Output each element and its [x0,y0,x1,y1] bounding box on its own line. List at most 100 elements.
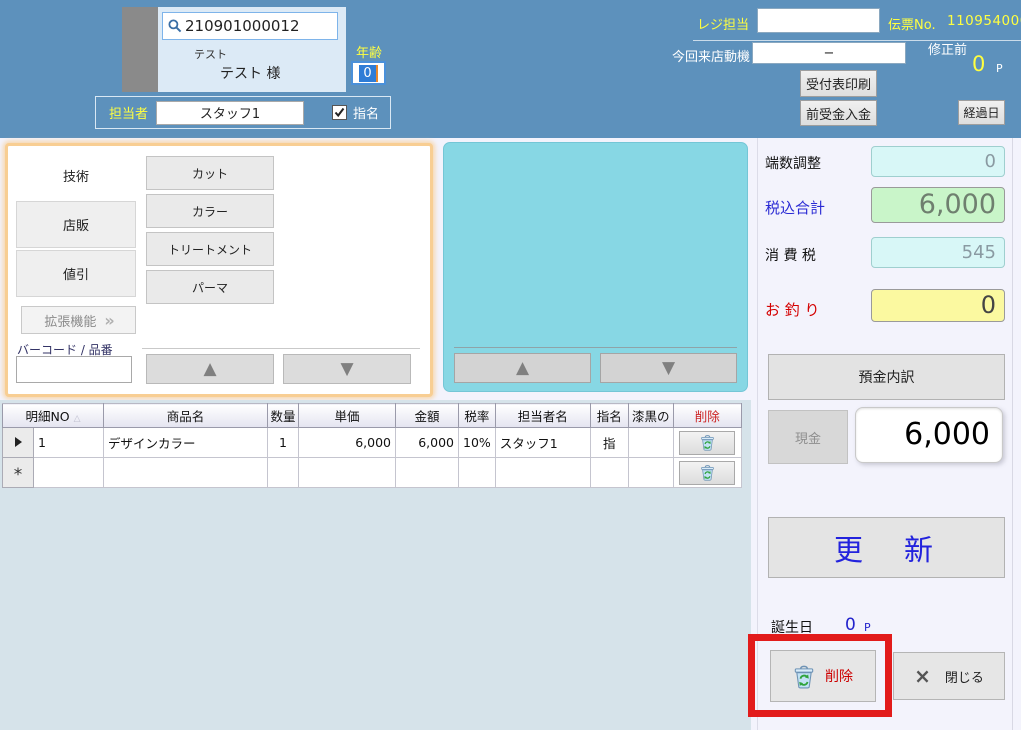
cell-delete [673,428,741,458]
close-button-label: 閉じる [945,667,984,686]
extension-button[interactable]: 拡張機能 » [21,306,136,334]
change-field: 0 [871,289,1005,322]
cell-staff-name: スタッフ1 [495,428,590,458]
delete-button[interactable]: 削除 [770,650,876,702]
selection-scroll-down-button[interactable]: ▼ [600,353,737,383]
consumption-tax-label: 消 費 税 [765,245,816,265]
current-row-icon [15,437,22,447]
visit-motive-label: 今回来店動機 [672,46,750,65]
topbar: テスト テスト 様 年齢 0 担当者 指名 レジ担当 伝票No. 1109540… [0,0,1021,138]
check-icon [334,107,345,118]
new-row-icon: * [14,470,23,480]
total-incl-tax-field: 6,000 [871,187,1005,223]
recycle-bin-icon [700,434,715,451]
header-nominate[interactable]: 指名 [590,404,628,428]
cell-item-name: デザインカラー [104,428,268,458]
staff-input[interactable] [156,101,304,125]
customer-photo-placeholder [122,7,158,92]
up-arrow-icon: ▲ [516,358,529,378]
category-panel: 技術 店販 値引 拡張機能 » バーコード / 品番 カット カラー トリートメ… [5,143,433,397]
register-staff-input[interactable] [757,8,880,33]
header-item-name[interactable]: 商品名 [104,404,268,428]
before-fix-points: 0 [972,52,985,76]
recycle-bin-icon [793,664,815,689]
cell-qty: 1 [268,428,299,458]
menu-button-perm[interactable]: パーマ [146,270,274,304]
menu-button-cut[interactable]: カット [146,156,274,190]
selection-scroll-up-button[interactable]: ▲ [454,353,591,383]
header-line-no[interactable]: 明細NO△ [3,404,104,428]
table-row-new[interactable]: * [3,458,742,488]
advance-payment-button[interactable]: 前受金入金 [800,100,877,126]
up-arrow-icon: ▲ [203,359,216,379]
nominate-checkbox[interactable] [332,105,347,120]
menu-button-treatment[interactable]: トリートメント [146,232,274,266]
cash-button[interactable]: 現金 [768,410,848,464]
customer-furigana: テスト [194,46,227,62]
row-delete-button[interactable] [679,461,735,485]
header-tax-rate[interactable]: 税率 [459,404,496,428]
register-staff-label: レジ担当 [697,14,749,33]
barcode-input[interactable] [16,356,132,383]
staff-label: 担当者 [109,103,148,122]
sort-asc-icon: △ [74,414,81,424]
tab-retail[interactable]: 店販 [16,201,136,248]
panel-divider [757,138,758,730]
header-staff-name[interactable]: 担当者名 [495,404,590,428]
update-button[interactable]: 更 新 [768,517,1005,578]
before-fix-label: 修正前 [928,39,967,58]
close-button[interactable]: × 閉じる [893,652,1005,700]
header-amount[interactable]: 金額 [396,404,459,428]
reception-print-button[interactable]: 受付表印刷 [800,70,877,97]
visit-motive-input[interactable] [752,42,906,64]
staff-groupbox: 担当者 指名 [95,96,391,129]
close-icon: × [914,664,931,688]
cell-tax-rate: 10% [459,428,496,458]
menu-button-color[interactable]: カラー [146,194,274,228]
change-label: お 釣 り [765,299,820,320]
slip-no-label: 伝票No. [888,14,936,33]
menu-scroll-divider [142,348,420,349]
header-extra[interactable]: 漆黒の [628,404,673,428]
age-input[interactable]: 0 [351,61,386,85]
nominate-label: 指名 [353,103,379,122]
slip-no-value: 110954000003 [947,13,1021,29]
cell-nominate: 指 [590,428,628,458]
grid-header-row: 明細NO△ 商品名 数量 単価 金額 税率 担当者名 指名 漆黒の 削除 [3,404,742,428]
tab-discount[interactable]: 値引 [16,250,136,297]
cell-unit-price: 6,000 [299,428,396,458]
recycle-bin-icon [700,464,715,481]
selection-scroll-divider [454,347,737,348]
row-delete-button[interactable] [679,431,735,455]
elapsed-days-button[interactable]: 経過日 [958,100,1005,125]
cell-amount: 6,000 [396,428,459,458]
table-row[interactable]: 1 デザインカラー 1 6,000 6,000 10% スタッフ1 指 [3,428,742,458]
order-grid: 明細NO△ 商品名 数量 単価 金額 税率 担当者名 指名 漆黒の 削除 1 デ… [2,403,742,488]
total-incl-tax-label: 税込合計 [765,197,825,218]
customer-search-box[interactable] [162,12,338,40]
menu-scroll-down-button[interactable]: ▼ [283,354,411,384]
birthday-points-unit: P [864,621,871,634]
before-fix-unit: P [996,62,1003,75]
header-qty[interactable]: 数量 [268,404,299,428]
deposit-breakdown-button[interactable]: 預金内訳 [768,354,1005,400]
age-label: 年齢 [350,42,388,61]
cell-line-no: 1 [34,428,104,458]
topbar-divider [693,40,1021,41]
customer-search-input[interactable] [185,17,325,35]
header-unit-price[interactable]: 単価 [299,404,396,428]
header-delete[interactable]: 削除 [673,404,741,428]
delete-button-label: 削除 [825,666,853,686]
new-row-selector-cell[interactable]: * [3,458,34,488]
tab-technique[interactable]: 技術 [16,156,136,195]
extension-label: 拡張機能 [44,311,96,330]
right-edge-line [1012,138,1013,730]
item-selection-panel: ▲ ▼ [443,142,748,392]
customer-panel: テスト テスト 様 [122,7,346,92]
down-arrow-icon: ▼ [340,359,353,379]
cash-amount-field[interactable]: 6,000 [855,407,1003,463]
menu-scroll-up-button[interactable]: ▲ [146,354,274,384]
cell-extra [628,428,673,458]
row-selector-cell[interactable] [3,428,34,458]
customer-name: テスト 様 [220,63,280,83]
